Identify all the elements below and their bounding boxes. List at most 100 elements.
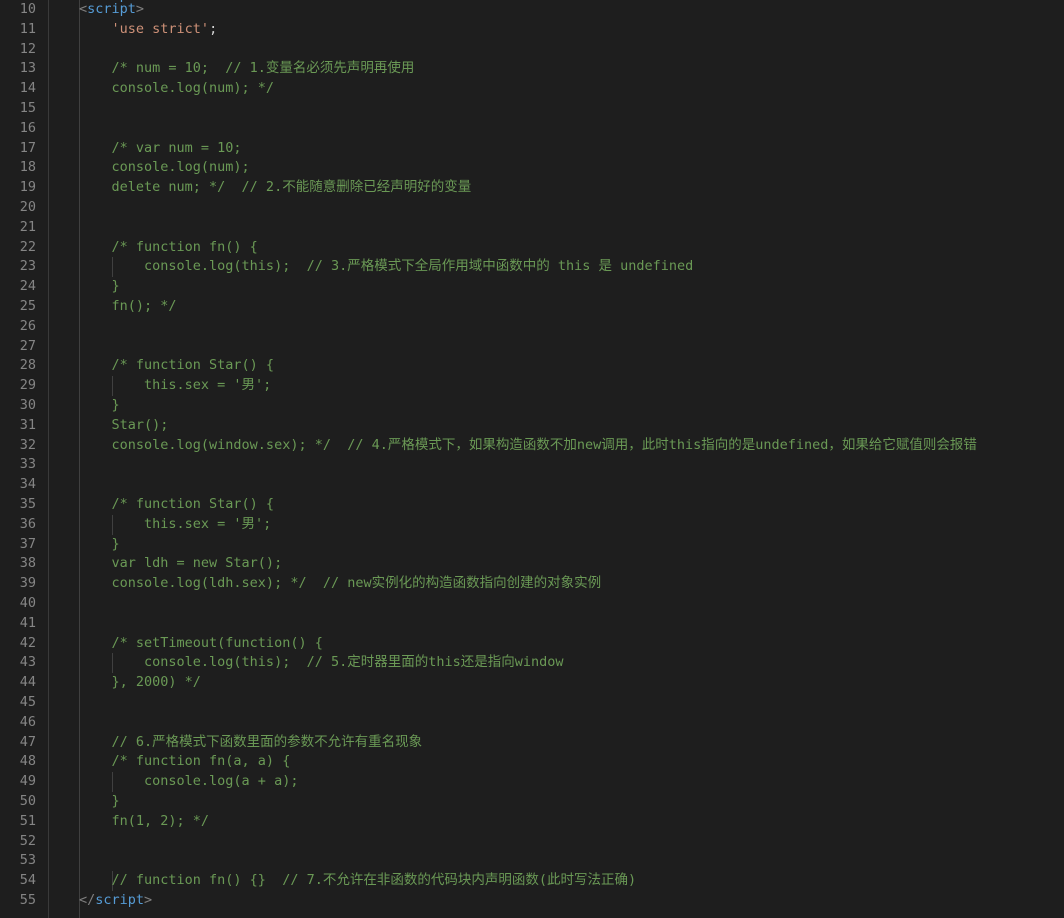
code-line[interactable]: 31 Star(); xyxy=(0,416,1064,436)
line-number: 38 xyxy=(19,555,36,572)
token-comment: } xyxy=(79,793,120,809)
line-number: 53 xyxy=(19,852,36,869)
token-comment: console.log(this); // 3.严格模式下全局作用域中函数中的 … xyxy=(79,258,694,275)
line-number: 17 xyxy=(19,139,36,156)
token-comment: var ldh = new Star(); xyxy=(79,555,283,572)
code-line[interactable]: 14 console.log(num); */ xyxy=(0,79,1064,99)
token-comment: console.log(ldh.sex); */ // new实例化的构造函数指… xyxy=(79,575,602,592)
line-number: 35 xyxy=(19,496,36,512)
code-line-text: /* function fn() { xyxy=(79,238,258,258)
code-line[interactable]: 32 console.log(window.sex); */ // 4.严格模式… xyxy=(0,436,1064,456)
code-line[interactable]: 25 fn(); */ xyxy=(0,297,1064,317)
line-number: 16 xyxy=(19,119,36,136)
line-number: 30 xyxy=(19,397,36,413)
token-punct: </ xyxy=(79,892,96,908)
token-comment: } xyxy=(79,278,120,295)
code-line[interactable]: 45 xyxy=(0,693,1064,713)
code-line-text: var ldh = new Star(); xyxy=(79,554,283,574)
code-line-text: console.log(this); // 3.严格模式下全局作用域中函数中的 … xyxy=(79,257,693,277)
code-line[interactable]: 19 delete num; */ // 2.不能随意删除已经声明好的变量 xyxy=(0,178,1064,198)
token-comment: /* function fn() { xyxy=(79,238,258,255)
code-editor[interactable]: <script> 10<script>11 'use strict';12 13 … xyxy=(0,0,1064,918)
line-number: 41 xyxy=(19,614,36,631)
code-line[interactable]: 46 xyxy=(0,713,1064,733)
code-line[interactable]: 21 xyxy=(0,218,1064,238)
line-number: 55 xyxy=(19,892,36,908)
token-comment: this.sex = '男'; xyxy=(79,515,272,532)
code-line[interactable]: 24 } xyxy=(0,277,1064,297)
line-number: 21 xyxy=(19,218,36,235)
line-number: 26 xyxy=(19,317,36,334)
line-number: 52 xyxy=(19,832,36,849)
code-line-text: this.sex = '男'; xyxy=(79,515,271,535)
code-line[interactable]: 48 /* function fn(a, a) { xyxy=(0,752,1064,772)
token-comment: console.log(this); // 5.定时器里面的this还是指向wi… xyxy=(79,654,564,671)
code-line[interactable]: 41 xyxy=(0,614,1064,634)
code-line[interactable]: 35 /* function Star() { xyxy=(0,495,1064,515)
code-line-text: <script> xyxy=(79,0,144,20)
code-line[interactable]: 55 </script> xyxy=(0,891,1064,911)
code-line[interactable]: 10 <script> xyxy=(0,0,1064,20)
token-tag: script xyxy=(87,1,136,17)
code-line[interactable]: 50 } xyxy=(0,792,1064,812)
code-line[interactable]: 39 console.log(ldh.sex); */ // new实例化的构造… xyxy=(0,574,1064,594)
code-line[interactable]: 33 xyxy=(0,455,1064,475)
code-line-text: delete num; */ // 2.不能随意删除已经声明好的变量 xyxy=(79,178,472,198)
code-line[interactable]: 54 // function fn() {} // 7.不允许在非函数的代码块内… xyxy=(0,871,1064,891)
code-line[interactable]: 12 xyxy=(0,40,1064,60)
code-line[interactable]: 44 }, 2000) */ xyxy=(0,673,1064,693)
code-line[interactable]: 22 /* function fn() { xyxy=(0,238,1064,258)
code-line[interactable]: 17 /* var num = 10; xyxy=(0,139,1064,159)
code-line[interactable]: 34 xyxy=(0,475,1064,495)
code-line[interactable]: 36 this.sex = '男'; xyxy=(0,514,1064,535)
line-number: 37 xyxy=(19,535,36,552)
code-line-text: this.sex = '男'; xyxy=(79,376,271,396)
code-line-text: fn(); */ xyxy=(79,297,177,317)
code-line[interactable]: 49 console.log(a + a); xyxy=(0,772,1064,792)
code-line[interactable]: 42 /* setTimeout(function() { xyxy=(0,634,1064,654)
code-line[interactable]: 53 xyxy=(0,851,1064,871)
line-number: 49 xyxy=(19,773,36,790)
line-number: 15 xyxy=(19,100,36,116)
code-line[interactable]: 37 } xyxy=(0,535,1064,555)
code-line-text: } xyxy=(79,396,120,416)
code-line-text: console.log(a + a); xyxy=(79,772,298,792)
code-line[interactable]: 43 console.log(this); // 5.定时器里面的this还是指… xyxy=(0,653,1064,674)
code-line-text: } xyxy=(79,535,120,555)
token-comment: fn(1, 2); */ xyxy=(79,812,210,829)
code-line[interactable]: 23 console.log(this); // 3.严格模式下全局作用域中函数… xyxy=(0,257,1064,278)
code-line[interactable]: 13 /* num = 10; // 1.变量名必须先声明再使用 xyxy=(0,59,1064,79)
line-number: 12 xyxy=(19,40,36,57)
token-comment: // 6.严格模式下函数里面的参数不允许有重名现象 xyxy=(79,733,423,750)
code-line[interactable]: 52 xyxy=(0,832,1064,852)
code-line[interactable]: 16 xyxy=(0,119,1064,139)
code-line-text: console.log(num); xyxy=(79,158,250,178)
line-number: 24 xyxy=(19,278,36,295)
code-line[interactable]: 38 var ldh = new Star(); xyxy=(0,554,1064,574)
code-line[interactable]: 29 this.sex = '男'; xyxy=(0,376,1064,396)
code-line[interactable]: 51 fn(1, 2); */ xyxy=(0,812,1064,832)
token-comment: /* function Star() { xyxy=(79,496,275,512)
code-line[interactable]: 40 xyxy=(0,594,1064,614)
code-line-text: }, 2000) */ xyxy=(79,673,201,693)
code-line[interactable]: 11 'use strict'; xyxy=(0,20,1064,40)
code-line-text: /* var num = 10; xyxy=(79,139,242,159)
code-line[interactable]: 28 /* function Star() { xyxy=(0,356,1064,376)
line-number: 18 xyxy=(19,159,36,176)
line-number: 44 xyxy=(19,674,36,691)
code-line[interactable]: 47 // 6.严格模式下函数里面的参数不允许有重名现象 xyxy=(0,733,1064,753)
code-line[interactable]: 18 console.log(num); xyxy=(0,158,1064,178)
code-line[interactable]: 20 xyxy=(0,198,1064,218)
code-line[interactable]: 15 xyxy=(0,99,1064,119)
line-number: 51 xyxy=(19,812,36,829)
token-comment: // function fn() {} // 7.不允许在非函数的代码块内声明函… xyxy=(79,872,637,889)
code-content[interactable]: 10 <script> 11 'use strict'; 12 13 /* num = … xyxy=(0,0,1064,918)
token-comment: console.log(num); xyxy=(79,159,250,176)
line-number: 32 xyxy=(19,436,36,453)
token-comment: } xyxy=(79,397,120,413)
code-line[interactable]: 30 } xyxy=(0,396,1064,416)
line-number: 20 xyxy=(19,199,36,215)
line-number: 13 xyxy=(19,60,36,77)
code-line[interactable]: 26 xyxy=(0,317,1064,337)
code-line[interactable]: 27 xyxy=(0,337,1064,357)
